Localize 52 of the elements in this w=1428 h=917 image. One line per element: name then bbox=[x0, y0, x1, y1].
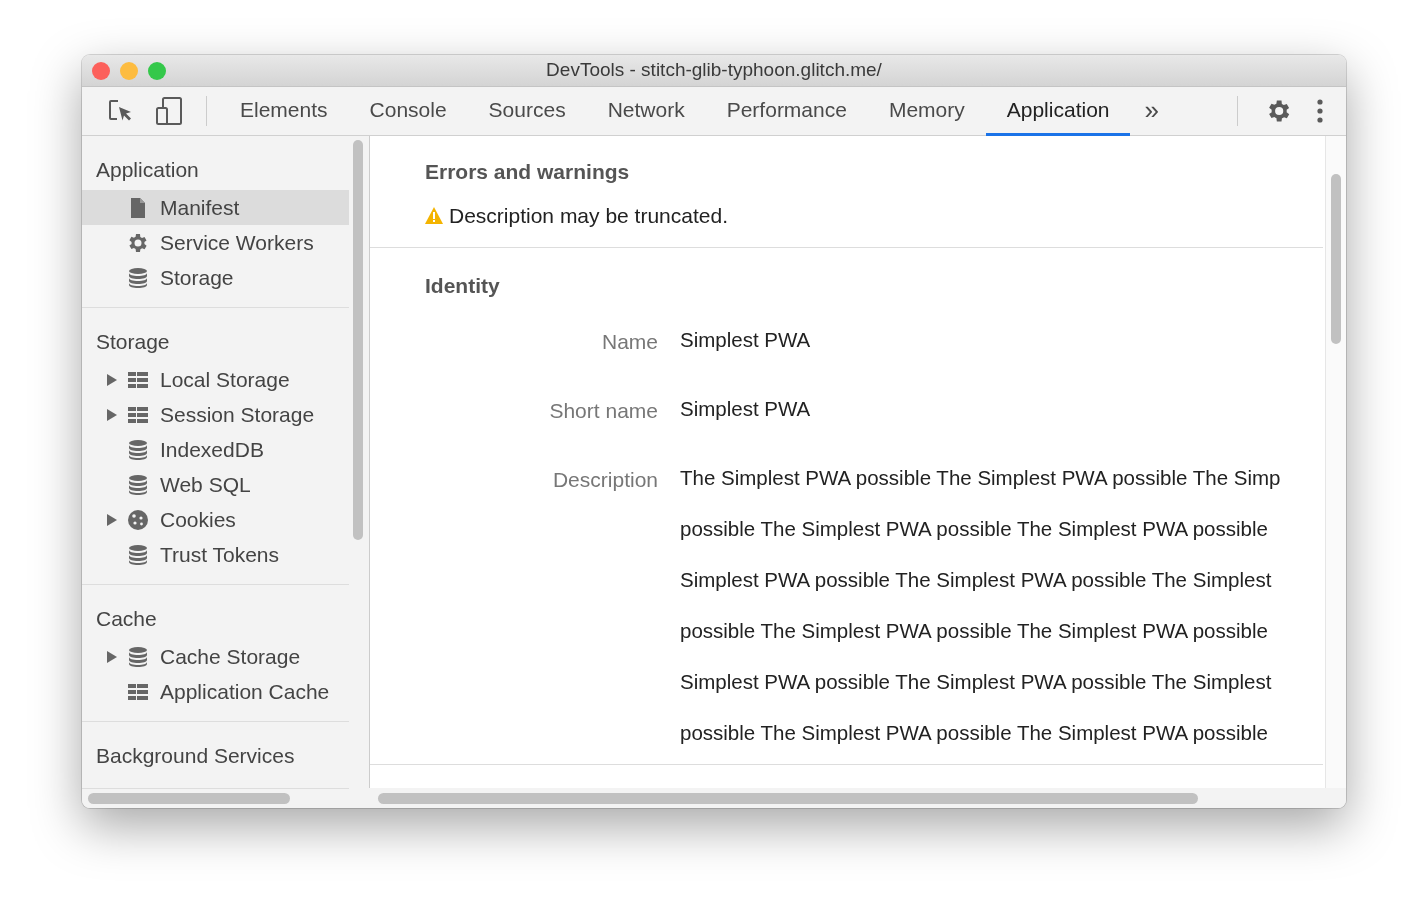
field-value: Simplest PWA possible The Simplest PWA possible The Simplest bbox=[680, 566, 1273, 593]
scrollbar-thumb[interactable] bbox=[88, 792, 290, 804]
field-label: Name bbox=[600, 328, 658, 355]
field-value: Simplest PWA bbox=[680, 326, 811, 353]
sidebar-item[interactable]: Session Storage bbox=[82, 397, 350, 432]
sidebar-item[interactable]: Cache Storage bbox=[82, 639, 350, 674]
tab[interactable]: Performance bbox=[705, 87, 868, 136]
expand-arrow-icon[interactable] bbox=[106, 372, 118, 387]
sidebar-item[interactable]: Application Cache bbox=[82, 674, 350, 709]
scrollbar-thumb[interactable] bbox=[1331, 174, 1341, 344]
field-value: Simplest PWA bbox=[680, 395, 811, 422]
sidebar-item[interactable]: Service Workers bbox=[82, 225, 350, 260]
cookie-icon bbox=[126, 507, 150, 532]
section-heading: Errors and warnings bbox=[425, 159, 631, 185]
sidebar-item[interactable]: Trust Tokens bbox=[82, 537, 350, 572]
tab[interactable]: Sources bbox=[467, 87, 587, 136]
window-title: DevTools - stitch-glib-typhoon.glitch.me/ bbox=[546, 58, 882, 83]
field-value: possible The Simplest PWA possible The Simplest PWA possible bbox=[680, 515, 1269, 542]
warning-icon bbox=[425, 206, 443, 224]
database-icon bbox=[126, 542, 150, 567]
tab[interactable]: Memory bbox=[867, 87, 986, 136]
field-label: Short name bbox=[548, 397, 658, 424]
section-heading: Cache bbox=[95, 606, 158, 633]
sidebar-item[interactable]: Local Storage bbox=[82, 362, 350, 397]
database-icon bbox=[126, 437, 150, 462]
field-value: Simplest PWA possible The Simplest PWA possible The Simplest bbox=[680, 668, 1273, 695]
sidebar-item[interactable]: Manifest bbox=[82, 190, 350, 225]
expand-arrow-icon[interactable] bbox=[106, 649, 118, 664]
sidebar-item[interactable]: IndexedDB bbox=[82, 432, 350, 467]
tab[interactable]: Network bbox=[586, 87, 706, 136]
more-tabs-button[interactable]: » bbox=[1130, 87, 1173, 136]
scrollbar-thumb[interactable] bbox=[353, 140, 364, 540]
tab[interactable]: Console bbox=[348, 87, 468, 136]
field-value: possible The Simplest PWA possible The Simplest PWA possible bbox=[680, 617, 1269, 644]
field-value: possible The Simplest PWA possible The Simplest PWA possible bbox=[680, 719, 1269, 746]
sidebar-item[interactable]: Storage bbox=[82, 260, 350, 295]
scrollbar-thumb[interactable] bbox=[378, 792, 1198, 804]
section-heading: Storage bbox=[95, 329, 171, 356]
field-label: Description bbox=[551, 466, 658, 493]
tab[interactable]: Elements bbox=[219, 87, 349, 136]
warning-message: Description may be truncated. bbox=[449, 202, 728, 229]
database-icon bbox=[126, 472, 150, 497]
expand-arrow-icon[interactable] bbox=[106, 407, 118, 422]
database-icon bbox=[126, 644, 150, 669]
section-heading: Background Services bbox=[95, 743, 296, 770]
expand-arrow-icon[interactable] bbox=[106, 512, 118, 527]
database-icon bbox=[126, 265, 150, 290]
section-heading: Application bbox=[95, 157, 200, 184]
field-value: The Simplest PWA possible The Simplest PWA possible The Simp bbox=[680, 464, 1281, 491]
section-heading: Identity bbox=[425, 273, 501, 299]
sidebar-item[interactable]: Web SQL bbox=[82, 467, 350, 502]
sidebar-item[interactable]: Cookies bbox=[82, 502, 350, 537]
